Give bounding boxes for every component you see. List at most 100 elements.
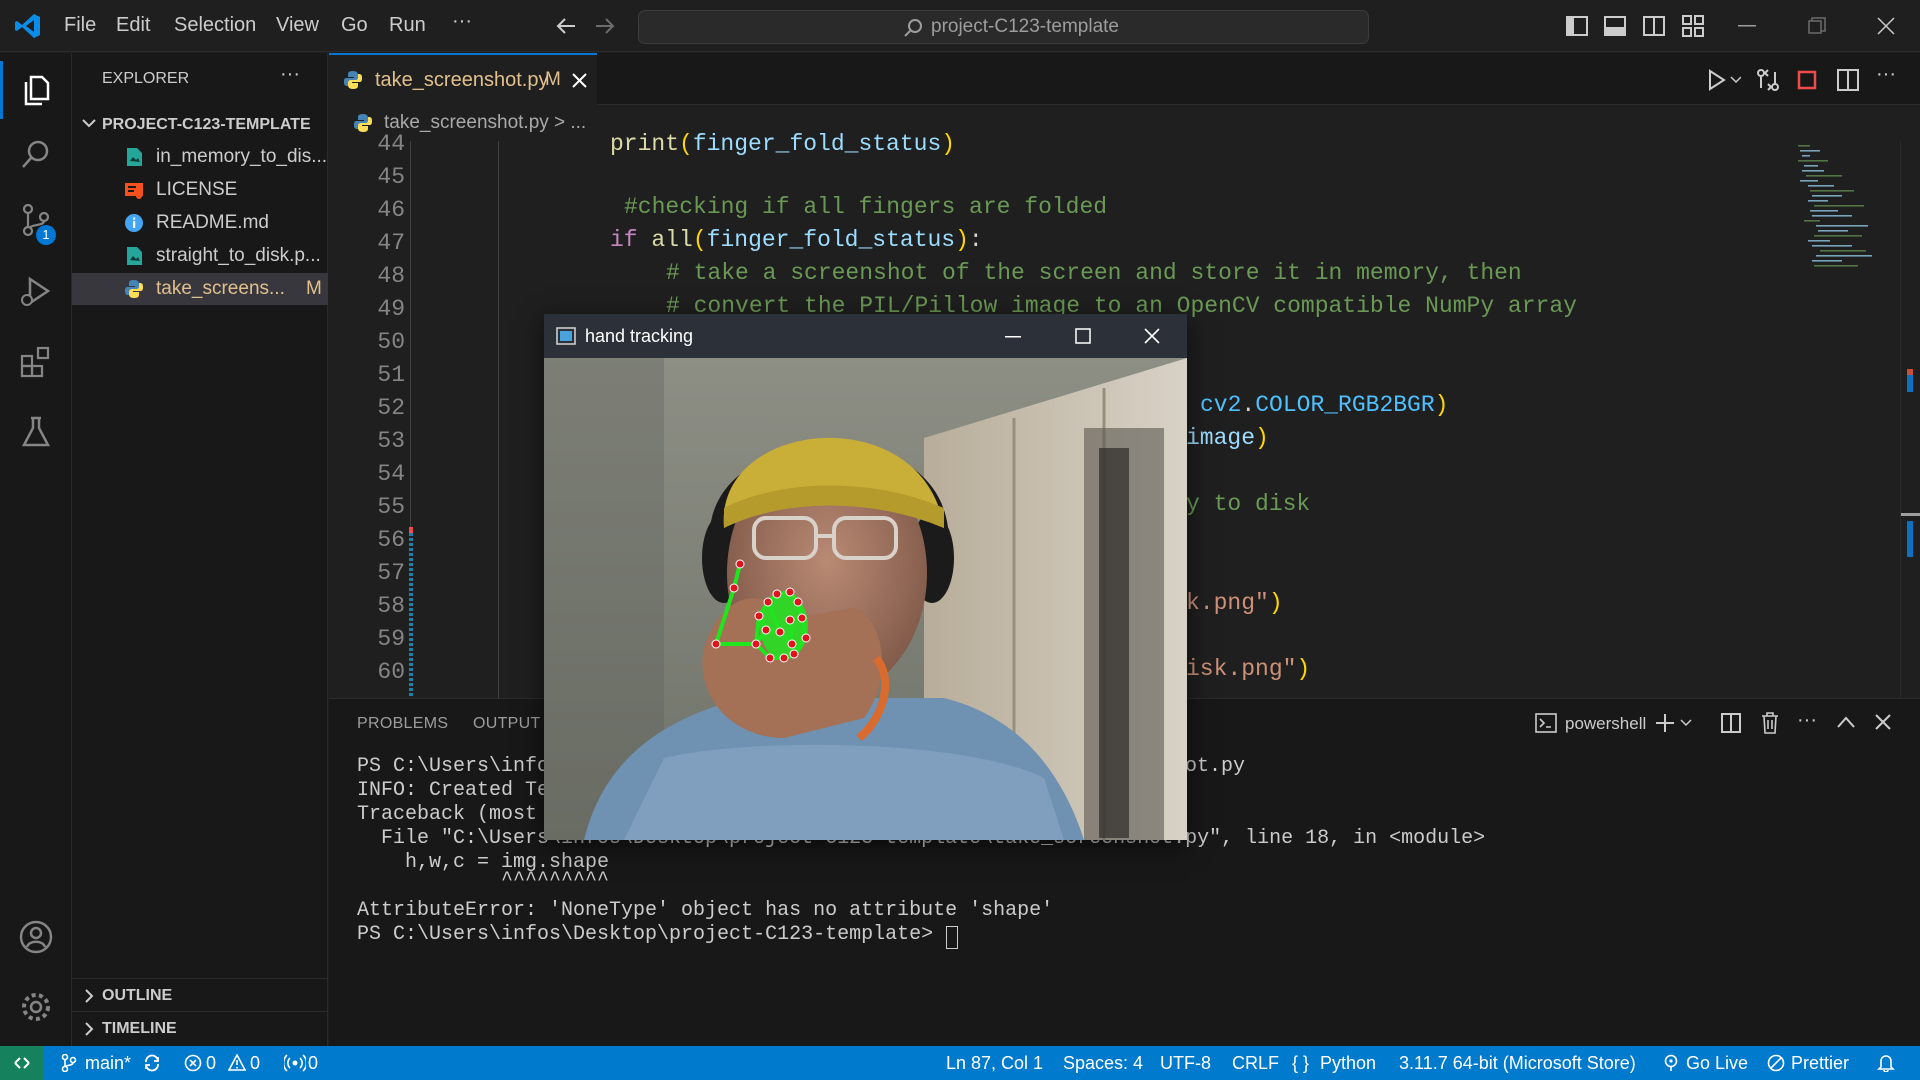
warning-count[interactable]: 0 (250, 1053, 260, 1074)
trash-icon[interactable] (1761, 712, 1779, 734)
file-license[interactable]: LICENSE (72, 174, 328, 206)
hand-window-titlebar[interactable]: hand tracking (544, 314, 1187, 358)
indentation[interactable]: Spaces: 4 (1063, 1053, 1143, 1074)
hand-maximize-icon[interactable] (1075, 328, 1091, 344)
compare-changes-icon[interactable] (1756, 68, 1780, 92)
minimap-line (1812, 215, 1852, 217)
outline-section[interactable]: OUTLINE (72, 978, 328, 1011)
stop-icon[interactable] (1797, 70, 1817, 90)
run-file-icon[interactable] (1707, 69, 1741, 91)
language-mode[interactable]: Python (1320, 1053, 1376, 1074)
extensions-icon[interactable] (0, 330, 72, 394)
terminal-prompt[interactable]: PS C:\Users\infos\Desktop\project-C123-t… (357, 923, 945, 946)
tab-modified: M (545, 69, 561, 90)
hand-connection (714, 587, 736, 645)
notifications-bell-icon[interactable] (1877, 1054, 1895, 1072)
menu-file[interactable]: File (64, 14, 96, 37)
toggle-sidebar-icon[interactable] (1566, 16, 1588, 36)
file-readme[interactable]: README.md (72, 207, 328, 239)
run-debug-icon[interactable] (0, 259, 72, 323)
error-icon (184, 1054, 202, 1072)
hand-close-icon[interactable] (1144, 328, 1160, 344)
broadcast-icon (1662, 1054, 1680, 1072)
menu-view[interactable]: View (276, 14, 319, 37)
maximize-panel-icon[interactable] (1837, 716, 1855, 728)
line-number: 51 (377, 362, 405, 388)
ports-count[interactable]: 0 (308, 1053, 318, 1074)
error-count[interactable]: 0 (206, 1053, 216, 1074)
explorer-sidebar: EXPLORER ··· PROJECT-C123-TEMPLATE in_me… (72, 53, 328, 1046)
settings-gear-icon[interactable] (0, 975, 72, 1039)
hand-landmark-point (761, 625, 771, 635)
minimap-line (1812, 260, 1842, 262)
close-tab-icon[interactable] (572, 73, 587, 88)
line-number: 53 (377, 428, 405, 454)
hand-tracking-window[interactable]: hand tracking (544, 314, 1187, 840)
menu-go[interactable]: Go (341, 14, 368, 37)
forward-arrow-icon[interactable] (594, 16, 616, 36)
hand-landmark-point (735, 559, 745, 569)
split-terminal-icon[interactable] (1721, 713, 1741, 733)
line-number: 47 (377, 230, 405, 256)
chevron-down-icon (82, 118, 96, 128)
sync-icon[interactable] (143, 1054, 161, 1072)
restore-icon[interactable] (1808, 17, 1826, 35)
line-ending[interactable]: CRLF (1232, 1053, 1279, 1074)
menu-more[interactable]: ··· (452, 10, 472, 33)
minimap-line (1808, 185, 1834, 187)
explorer-icon[interactable] (0, 57, 72, 121)
indent-guide-inner (498, 141, 499, 698)
command-center-search[interactable]: project-C123-template (638, 10, 1369, 44)
branch-icon (61, 1054, 77, 1072)
timeline-section[interactable]: TIMELINE (72, 1011, 328, 1044)
app-window-icon (556, 327, 576, 345)
split-editor-icon[interactable] (1837, 69, 1859, 91)
cursor-position[interactable]: Ln 87, Col 1 (946, 1053, 1043, 1074)
hand-minimize-icon[interactable] (1005, 336, 1021, 338)
hand-landmark-point (772, 589, 782, 599)
remote-icon (13, 1054, 31, 1072)
menu-selection[interactable]: Selection (174, 14, 256, 37)
menu-edit[interactable]: Edit (116, 14, 150, 37)
customize-layout-icon[interactable] (1682, 15, 1704, 37)
explorer-more-button[interactable]: ··· (280, 63, 300, 86)
file-take-screenshot[interactable]: take_screens... M (72, 273, 328, 305)
minimap-line (1800, 180, 1818, 182)
source-control-icon[interactable]: 1 (0, 188, 72, 252)
close-panel-icon[interactable] (1875, 714, 1891, 730)
encoding[interactable]: UTF-8 (1160, 1053, 1211, 1074)
minimap[interactable] (1796, 141, 1896, 698)
remote-button[interactable] (0, 1046, 44, 1080)
project-folder-header[interactable]: PROJECT-C123-TEMPLATE (72, 109, 328, 141)
info-icon (124, 213, 144, 233)
toggle-panel-icon[interactable] (1604, 16, 1626, 36)
minimap-line (1818, 230, 1848, 232)
menu-run[interactable]: Run (389, 14, 426, 37)
file-straight-to-disk[interactable]: straight_to_disk.p... (72, 240, 328, 272)
branch-name[interactable]: main* (85, 1053, 131, 1074)
search-view-icon[interactable] (0, 123, 72, 187)
close-window-icon[interactable] (1877, 17, 1895, 35)
go-live-button[interactable]: Go Live (1686, 1053, 1748, 1074)
new-terminal-icon[interactable] (1655, 712, 1695, 734)
hand-landmark-point (787, 639, 797, 649)
minimize-icon[interactable] (1738, 25, 1756, 27)
prettier-status[interactable]: Prettier (1791, 1053, 1849, 1074)
line-number: 56 (377, 527, 405, 553)
breadcrumb-file[interactable]: take_screenshot.py (384, 112, 549, 134)
tab-take-screenshot[interactable]: take_screenshot.py M (329, 53, 597, 105)
breadcrumb-symbols[interactable]: > ... (554, 112, 586, 134)
hand-window-title: hand tracking (585, 326, 694, 346)
tab-problems[interactable]: PROBLEMS (357, 715, 448, 733)
editor-more-button[interactable]: ··· (1876, 63, 1896, 86)
editor-scrollbar[interactable] (1900, 141, 1920, 698)
toggle-secondary-sidebar-icon[interactable] (1643, 16, 1665, 36)
terminal-name[interactable]: powershell (1565, 714, 1646, 734)
python-interpreter[interactable]: 3.11.7 64-bit (Microsoft Store) (1399, 1053, 1636, 1074)
panel-more-button[interactable]: ··· (1797, 709, 1817, 732)
tab-output[interactable]: OUTPUT (473, 715, 541, 733)
file-in-memory[interactable]: in_memory_to_dis... (72, 141, 328, 173)
testing-icon[interactable] (0, 400, 72, 464)
back-arrow-icon[interactable] (555, 16, 577, 36)
accounts-icon[interactable] (0, 905, 72, 969)
